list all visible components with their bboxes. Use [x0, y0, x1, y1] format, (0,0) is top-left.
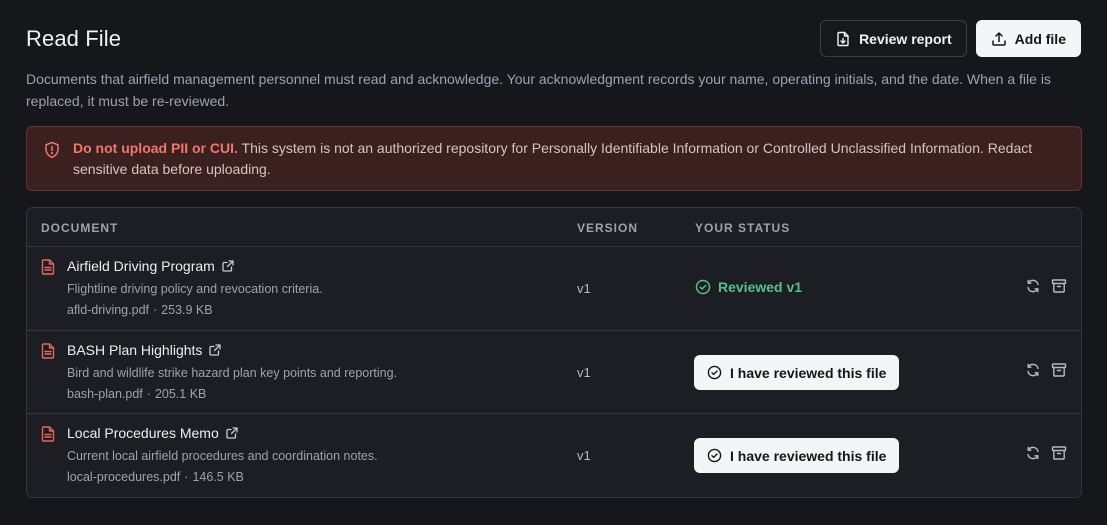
external-link-icon [222, 260, 234, 272]
table-header: DOCUMENT VERSION YOUR STATUS [27, 208, 1081, 247]
reviewed-status: Reviewed v1 [695, 279, 802, 295]
document-version: v1 [577, 365, 591, 380]
row-actions [1025, 278, 1067, 294]
table-row: Local Procedures Memo Current local airf… [27, 413, 1081, 497]
archive-file-button[interactable] [1051, 362, 1067, 378]
document-size: 146.5 KB [192, 470, 244, 484]
refresh-icon [1027, 363, 1039, 377]
page-title: Read File [26, 25, 122, 51]
meta-separator: · [146, 387, 151, 401]
replace-file-button[interactable] [1025, 445, 1041, 461]
check-circle-icon [707, 365, 722, 380]
column-version: VERSION [577, 221, 639, 235]
archive-icon [1051, 446, 1067, 460]
document-meta: afld-driving.pdf · 253.9 KB [67, 303, 213, 317]
file-text-icon [41, 343, 55, 359]
document-filename: bash-plan.pdf [67, 387, 143, 401]
document-meta: local-procedures.pdf · 146.5 KB [67, 470, 244, 484]
add-file-label: Add file [1014, 30, 1066, 47]
row-actions [1025, 445, 1067, 461]
alert-heading: Do not upload PII or CUI. [73, 140, 238, 156]
read-file-page: Read File Review report Add file Documen… [0, 0, 1107, 525]
file-download-icon [837, 31, 849, 46]
read-file-table: DOCUMENT VERSION YOUR STATUS Airfield Dr… [26, 207, 1082, 498]
document-name: Local Procedures Memo [67, 425, 219, 441]
document-description: Current local airfield procedures and co… [67, 449, 378, 463]
review-report-button[interactable]: Review report [820, 20, 967, 57]
document-filename: afld-driving.pdf [67, 303, 149, 317]
document-link[interactable]: Local Procedures Memo [67, 425, 238, 441]
document-description: Bird and wildlife strike hazard plan key… [67, 366, 398, 380]
table-row: BASH Plan Highlights Bird and wildlife s… [27, 330, 1081, 414]
external-link-icon [226, 427, 238, 439]
mark-reviewed-button[interactable]: I have reviewed this file [694, 438, 900, 473]
document-filename: local-procedures.pdf [67, 470, 181, 484]
refresh-icon [1027, 279, 1039, 293]
replace-file-button[interactable] [1025, 278, 1041, 294]
row-actions [1025, 362, 1067, 378]
archive-icon [1051, 279, 1067, 293]
mark-reviewed-button[interactable]: I have reviewed this file [694, 355, 900, 390]
document-name: Airfield Driving Program [67, 258, 215, 274]
page-header: Read File Review report Add file [26, 20, 1081, 57]
check-circle-icon [695, 279, 711, 295]
archive-file-button[interactable] [1051, 278, 1067, 294]
review-report-label: Review report [859, 30, 952, 47]
document-version: v1 [577, 281, 591, 296]
table-row: Airfield Driving Program Flightline driv… [27, 247, 1081, 331]
reviewed-status-label: Reviewed v1 [718, 279, 803, 295]
page-description: Documents that airfield management perso… [26, 71, 1051, 109]
document-version: v1 [577, 448, 591, 463]
column-status: YOUR STATUS [695, 221, 791, 235]
mark-reviewed-label: I have reviewed this file [730, 447, 887, 464]
document-size: 205.1 KB [154, 387, 207, 401]
mark-reviewed-label: I have reviewed this file [730, 364, 887, 381]
meta-separator: · [184, 470, 189, 484]
column-document: DOCUMENT [41, 221, 119, 235]
archive-file-button[interactable] [1051, 445, 1067, 461]
external-link-icon [209, 344, 222, 356]
pii-warning-alert: Do not upload PII or CUI. This system is… [26, 126, 1082, 191]
meta-separator: · [153, 303, 158, 317]
header-actions: Review report Add file [820, 20, 1081, 57]
document-link[interactable]: BASH Plan Highlights [67, 342, 222, 358]
upload-icon [991, 31, 1006, 46]
file-text-icon [41, 426, 55, 442]
document-link[interactable]: Airfield Driving Program [67, 258, 234, 274]
shield-alert-icon [45, 141, 59, 159]
document-description: Flightline driving policy and revocation… [67, 282, 323, 296]
replace-file-button[interactable] [1025, 362, 1041, 378]
document-name: BASH Plan Highlights [67, 342, 203, 358]
check-circle-icon [707, 448, 722, 463]
document-meta: bash-plan.pdf · 205.1 KB [67, 387, 206, 401]
add-file-button[interactable]: Add file [975, 20, 1081, 57]
document-size: 253.9 KB [161, 303, 213, 317]
refresh-icon [1027, 446, 1039, 460]
archive-icon [1051, 363, 1067, 377]
file-text-icon [41, 259, 55, 275]
